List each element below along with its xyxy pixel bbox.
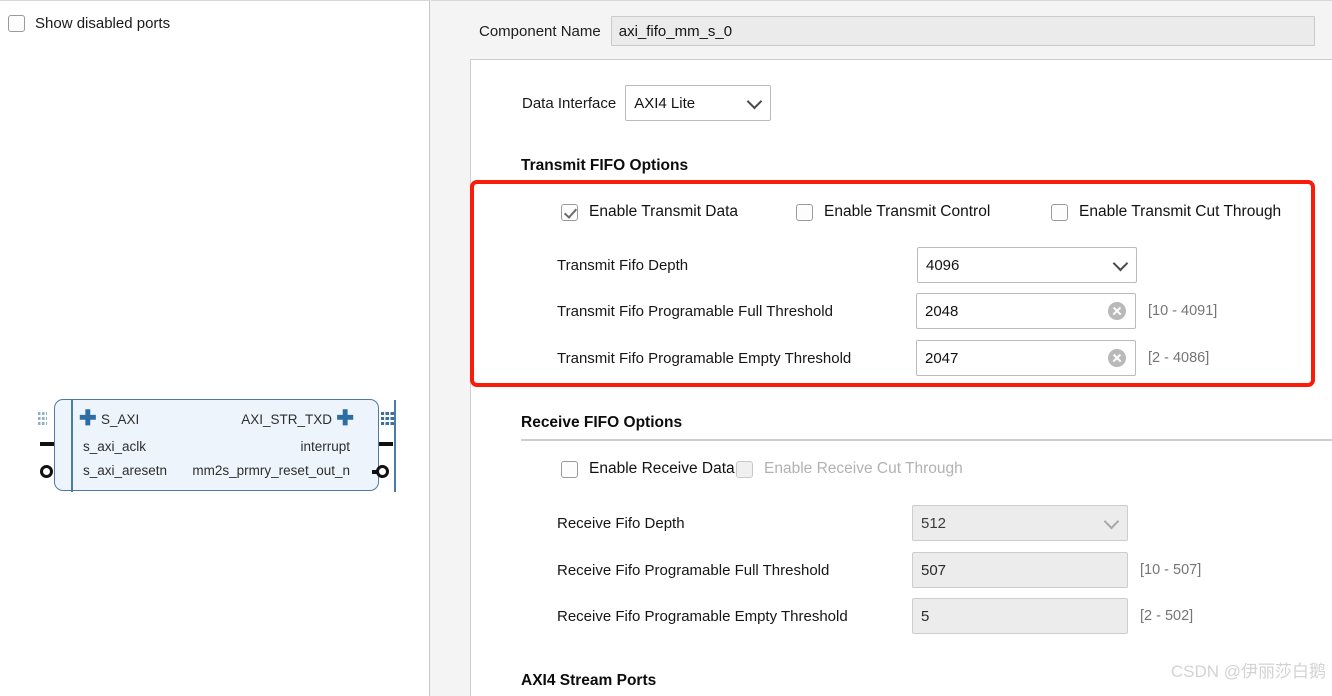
component-name-input[interactable]: axi_fifo_mm_s_0 [610, 16, 1315, 46]
transmit-empty-threshold-range: [2 - 4086] [1148, 350, 1210, 366]
transmit-fifo-depth-value: 4096 [926, 256, 960, 274]
component-name-row: Component Name axi_fifo_mm_s_0 [479, 16, 1315, 46]
transmit-empty-threshold-label: Transmit Fifo Programable Empty Threshol… [557, 349, 852, 367]
port-label-s-axi-aresetn: s_axi_aresetn [83, 463, 168, 478]
receive-fifo-depth-value: 512 [921, 514, 947, 532]
receive-empty-threshold-row: Receive Fifo Programable Empty Threshold… [557, 598, 1193, 634]
enable-transmit-data-checkbox[interactable] [561, 203, 578, 221]
transmit-full-threshold-label: Transmit Fifo Programable Full Threshold [557, 302, 833, 320]
transmit-fifo-depth-dropdown[interactable]: 4096 [917, 247, 1137, 283]
receive-empty-threshold-input: 5 [912, 598, 1128, 634]
receive-full-threshold-row: Receive Fifo Programable Full Threshold … [557, 552, 1201, 588]
expand-plus-icon-s-axi[interactable]: ✚ [79, 408, 97, 429]
enable-transmit-control-label: Enable Transmit Control [824, 203, 991, 220]
component-name-label: Component Name [479, 22, 601, 40]
receive-fifo-depth-label: Receive Fifo Depth [557, 514, 685, 532]
data-interface-value: AXI4 Lite [634, 94, 696, 112]
expand-plus-icon-axi-str-txd[interactable]: ✚ [336, 408, 354, 429]
show-disabled-ports-checkbox[interactable] [8, 15, 25, 32]
enable-receive-data-row[interactable]: Enable Receive Data [561, 460, 735, 478]
enable-receive-cut-through-row: Enable Receive Cut Through [736, 460, 963, 478]
data-interface-label: Data Interface [522, 94, 617, 112]
data-interface-dropdown[interactable]: AXI4 Lite [625, 85, 772, 121]
component-block-diagram: ✚ S_AXI s_axi_aclk s_axi_aresetn AXI_STR… [38, 399, 396, 495]
enable-receive-data-label: Enable Receive Data [589, 460, 735, 477]
enable-transmit-data-row[interactable]: Enable Transmit Data [561, 203, 738, 221]
chevron-down-icon [1103, 513, 1120, 530]
pin-reset-out-stub [372, 470, 379, 474]
receive-empty-threshold-label: Receive Fifo Programable Empty Threshold [557, 607, 848, 625]
enable-receive-cut-through-label: Enable Receive Cut Through [764, 460, 963, 477]
show-disabled-ports-row[interactable]: Show disabled ports [8, 15, 170, 32]
configuration-panel: Component Name axi_fifo_mm_s_0 Data Inte… [431, 0, 1332, 696]
transmit-full-threshold-row: Transmit Fifo Programable Full Threshold… [557, 293, 1217, 329]
transmit-full-threshold-value: 2048 [925, 302, 959, 320]
enable-receive-data-checkbox[interactable] [561, 460, 578, 478]
block-inner-line-right [394, 400, 396, 492]
receive-full-threshold-input: 507 [912, 552, 1128, 588]
receive-full-threshold-value: 507 [921, 561, 947, 579]
transmit-empty-threshold-row: Transmit Fifo Programable Empty Threshol… [557, 340, 1209, 376]
clear-icon[interactable] [1108, 349, 1126, 367]
receive-fifo-depth-dropdown: 512 [912, 505, 1128, 541]
receive-section-title: Receive FIFO Options [521, 414, 683, 431]
enable-transmit-control-row[interactable]: Enable Transmit Control [796, 203, 990, 221]
enable-transmit-cut-through-label: Enable Transmit Cut Through [1079, 203, 1282, 220]
transmit-section-divider [521, 182, 1311, 184]
csdn-watermark: CSDN @伊丽莎白鹅 [1170, 662, 1326, 681]
transmit-fifo-depth-label: Transmit Fifo Depth [557, 256, 689, 274]
show-disabled-ports-label: Show disabled ports [35, 15, 171, 32]
transmit-fifo-depth-row: Transmit Fifo Depth 4096 [557, 247, 1137, 283]
receive-fifo-depth-row: Receive Fifo Depth 512 [557, 505, 1128, 541]
enable-transmit-data-label: Enable Transmit Data [589, 203, 739, 220]
transmit-empty-threshold-input[interactable]: 2047 [916, 340, 1136, 376]
transmit-empty-threshold-value: 2047 [925, 349, 959, 367]
clear-icon[interactable] [1108, 302, 1126, 320]
port-label-interrupt: interrupt [300, 439, 350, 454]
port-label-axi-str-txd: AXI_STR_TXD [241, 412, 332, 427]
left-preview-panel: Show disabled ports ✚ S_AXI s_axi_aclk s… [0, 0, 430, 696]
chevron-down-icon [1112, 255, 1129, 272]
vivado-ip-customize-window: Show disabled ports ✚ S_AXI s_axi_aclk s… [0, 0, 1332, 696]
enable-transmit-control-checkbox[interactable] [796, 203, 813, 221]
receive-full-threshold-range: [10 - 507] [1140, 562, 1202, 578]
enable-transmit-cut-through-row[interactable]: Enable Transmit Cut Through [1051, 203, 1281, 221]
enable-transmit-cut-through-checkbox[interactable] [1051, 203, 1068, 221]
transmit-full-threshold-input[interactable]: 2048 [916, 293, 1136, 329]
port-label-s-axi: S_AXI [101, 412, 140, 427]
port-label-mm2s-prmry-reset-out-n: mm2s_prmry_reset_out_n [192, 463, 350, 478]
transmit-section-title: Transmit FIFO Options [521, 157, 689, 174]
data-interface-row: Data Interface AXI4 Lite [522, 85, 772, 121]
pin-reset-left [40, 465, 53, 478]
chevron-down-icon [746, 93, 763, 110]
pin-interrupt-right [379, 442, 393, 446]
receive-section-divider [521, 439, 1332, 441]
receive-full-threshold-label: Receive Fifo Programable Full Threshold [557, 561, 830, 579]
transmit-full-threshold-range: [10 - 4091] [1148, 303, 1218, 319]
config-card: Data Interface AXI4 Lite Transmit FIFO O… [470, 59, 1332, 696]
bus-interface-grid-right [381, 412, 394, 427]
block-inner-line-left [71, 400, 73, 492]
port-label-s-axi-aclk: s_axi_aclk [83, 439, 147, 454]
enable-receive-cut-through-checkbox [736, 460, 753, 478]
pin-clock-left [40, 442, 54, 446]
receive-empty-threshold-range: [2 - 502] [1140, 608, 1194, 624]
receive-empty-threshold-value: 5 [921, 607, 930, 625]
block-body[interactable]: ✚ S_AXI s_axi_aclk s_axi_aresetn AXI_STR… [54, 399, 396, 492]
bus-interface-dot-grid-left [38, 412, 47, 427]
stream-ports-section-title: AXI4 Stream Ports [521, 672, 657, 689]
